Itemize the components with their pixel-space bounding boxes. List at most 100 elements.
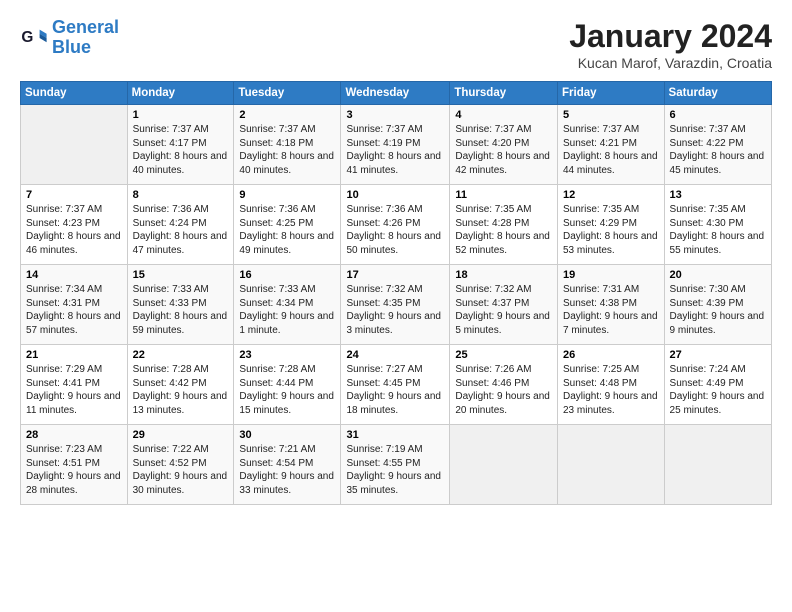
cell-info: Sunrise: 7:24 AMSunset: 4:49 PMDaylight:… xyxy=(670,363,766,417)
calendar-cell: 22Sunrise: 7:28 AMSunset: 4:42 PMDayligh… xyxy=(127,345,234,425)
day-number: 4 xyxy=(455,109,552,121)
calendar-cell: 16Sunrise: 7:33 AMSunset: 4:34 PMDayligh… xyxy=(234,265,341,345)
cell-info: Sunrise: 7:33 AMSunset: 4:33 PMDaylight:… xyxy=(133,283,229,337)
day-number: 7 xyxy=(26,189,122,201)
day-number: 29 xyxy=(133,429,229,441)
calendar-cell: 30 Sunrise: 7:21 AMSunset: 4:54 PMDayligh… xyxy=(234,425,341,505)
calendar-cell: 7 Sunrise: 7:37 AMSunset: 4:23 PMDaylight… xyxy=(21,185,128,265)
cell-info: Sunrise: 7:31 AMSunset: 4:38 PMDaylight:… xyxy=(563,283,659,337)
cell-info: Sunrise: 7:37 AMSunset: 4:17 PMDaylight:… xyxy=(133,123,229,177)
col-header-thursday: Thursday xyxy=(450,82,558,105)
cell-info: Sunrise: 7:32 AMSunset: 4:35 PMDaylight:… xyxy=(346,283,444,337)
cell-info: Sunrise: 7:26 AMSunset: 4:46 PMDaylight:… xyxy=(455,363,552,417)
cell-info: Sunrise: 7:37 AMSunset: 4:22 PMDaylight:… xyxy=(670,123,766,177)
cell-info: Sunrise: 7:35 AMSunset: 4:30 PMDaylight:… xyxy=(670,203,766,257)
cell-info: Sunrise: 7:32 AMSunset: 4:37 PMDaylight:… xyxy=(455,283,552,337)
calendar-cell: 11 Sunrise: 7:35 AMSunset: 4:28 PMDayligh… xyxy=(450,185,558,265)
day-number: 11 xyxy=(455,189,552,201)
cell-info: Sunrise: 7:34 AMSunset: 4:31 PMDaylight:… xyxy=(26,283,122,337)
calendar-cell: 2 Sunrise: 7:37 AMSunset: 4:18 PMDaylight… xyxy=(234,105,341,185)
calendar-cell xyxy=(450,425,558,505)
day-number: 22 xyxy=(133,349,229,361)
day-number: 1 xyxy=(133,109,229,121)
calendar-cell: 5 Sunrise: 7:37 AMSunset: 4:21 PMDaylight… xyxy=(558,105,665,185)
day-number: 9 xyxy=(239,189,335,201)
day-number: 6 xyxy=(670,109,766,121)
cell-info: Sunrise: 7:25 AMSunset: 4:48 PMDaylight:… xyxy=(563,363,659,417)
calendar-cell: 20 Sunrise: 7:30 AMSunset: 4:39 PMDayligh… xyxy=(664,265,771,345)
cell-info: Sunrise: 7:21 AMSunset: 4:54 PMDaylight:… xyxy=(239,443,335,497)
calendar-week-0: 1 Sunrise: 7:37 AMSunset: 4:17 PMDaylight… xyxy=(21,105,772,185)
calendar-cell xyxy=(21,105,128,185)
cell-info: Sunrise: 7:36 AMSunset: 4:25 PMDaylight:… xyxy=(239,203,335,257)
calendar-cell: 27Sunrise: 7:24 AMSunset: 4:49 PMDayligh… xyxy=(664,345,771,425)
cell-info: Sunrise: 7:36 AMSunset: 4:24 PMDaylight:… xyxy=(133,203,229,257)
day-number: 5 xyxy=(563,109,659,121)
cell-info: Sunrise: 7:37 AMSunset: 4:18 PMDaylight:… xyxy=(239,123,335,177)
day-number: 25 xyxy=(455,349,552,361)
cell-info: Sunrise: 7:37 AMSunset: 4:19 PMDaylight:… xyxy=(346,123,444,177)
calendar-cell: 1 Sunrise: 7:37 AMSunset: 4:17 PMDaylight… xyxy=(127,105,234,185)
day-number: 14 xyxy=(26,269,122,281)
calendar-table: SundayMondayTuesdayWednesdayThursdayFrid… xyxy=(20,81,772,505)
day-number: 19 xyxy=(563,269,659,281)
calendar-cell: 24 Sunrise: 7:27 AMSunset: 4:45 PMDayligh… xyxy=(341,345,450,425)
col-header-sunday: Sunday xyxy=(21,82,128,105)
logo-general: General xyxy=(52,17,119,37)
day-number: 2 xyxy=(239,109,335,121)
calendar-cell: 8 Sunrise: 7:36 AMSunset: 4:24 PMDaylight… xyxy=(127,185,234,265)
day-number: 10 xyxy=(346,189,444,201)
col-header-monday: Monday xyxy=(127,82,234,105)
calendar-week-3: 21Sunrise: 7:29 AMSunset: 4:41 PMDayligh… xyxy=(21,345,772,425)
title-block: January 2024 Kucan Marof, Varazdin, Croa… xyxy=(569,18,772,71)
calendar-cell xyxy=(664,425,771,505)
cell-info: Sunrise: 7:37 AMSunset: 4:21 PMDaylight:… xyxy=(563,123,659,177)
calendar-cell: 28Sunrise: 7:23 AMSunset: 4:51 PMDayligh… xyxy=(21,425,128,505)
day-number: 13 xyxy=(670,189,766,201)
col-header-saturday: Saturday xyxy=(664,82,771,105)
day-number: 16 xyxy=(239,269,335,281)
calendar-cell: 18 Sunrise: 7:32 AMSunset: 4:37 PMDayligh… xyxy=(450,265,558,345)
calendar-cell: 4 Sunrise: 7:37 AMSunset: 4:20 PMDaylight… xyxy=(450,105,558,185)
calendar-cell: 14 Sunrise: 7:34 AMSunset: 4:31 PMDayligh… xyxy=(21,265,128,345)
logo: G General Blue xyxy=(20,18,119,58)
calendar-week-4: 28Sunrise: 7:23 AMSunset: 4:51 PMDayligh… xyxy=(21,425,772,505)
day-number: 30 xyxy=(239,429,335,441)
day-number: 20 xyxy=(670,269,766,281)
calendar-cell xyxy=(558,425,665,505)
cell-info: Sunrise: 7:37 AMSunset: 4:20 PMDaylight:… xyxy=(455,123,552,177)
cell-info: Sunrise: 7:28 AMSunset: 4:44 PMDaylight:… xyxy=(239,363,335,417)
cell-info: Sunrise: 7:37 AMSunset: 4:23 PMDaylight:… xyxy=(26,203,122,257)
calendar-cell: 31 Sunrise: 7:19 AMSunset: 4:55 PMDayligh… xyxy=(341,425,450,505)
day-number: 21 xyxy=(26,349,122,361)
calendar-cell: 19 Sunrise: 7:31 AMSunset: 4:38 PMDayligh… xyxy=(558,265,665,345)
day-number: 24 xyxy=(346,349,444,361)
day-number: 8 xyxy=(133,189,229,201)
day-number: 15 xyxy=(133,269,229,281)
cell-info: Sunrise: 7:27 AMSunset: 4:45 PMDaylight:… xyxy=(346,363,444,417)
calendar-cell: 17 Sunrise: 7:32 AMSunset: 4:35 PMDayligh… xyxy=(341,265,450,345)
cell-info: Sunrise: 7:35 AMSunset: 4:28 PMDaylight:… xyxy=(455,203,552,257)
calendar-cell: 10 Sunrise: 7:36 AMSunset: 4:26 PMDayligh… xyxy=(341,185,450,265)
cell-info: Sunrise: 7:30 AMSunset: 4:39 PMDaylight:… xyxy=(670,283,766,337)
calendar-week-1: 7 Sunrise: 7:37 AMSunset: 4:23 PMDaylight… xyxy=(21,185,772,265)
logo-icon: G xyxy=(20,24,48,52)
cell-info: Sunrise: 7:22 AMSunset: 4:52 PMDaylight:… xyxy=(133,443,229,497)
calendar-cell: 15 Sunrise: 7:33 AMSunset: 4:33 PMDayligh… xyxy=(127,265,234,345)
day-number: 23 xyxy=(239,349,335,361)
location: Kucan Marof, Varazdin, Croatia xyxy=(569,55,772,71)
calendar-cell: 6 Sunrise: 7:37 AMSunset: 4:22 PMDaylight… xyxy=(664,105,771,185)
day-number: 26 xyxy=(563,349,659,361)
page-header: G General Blue January 2024 Kucan Marof,… xyxy=(20,18,772,71)
day-number: 17 xyxy=(346,269,444,281)
day-number: 18 xyxy=(455,269,552,281)
calendar-week-2: 14 Sunrise: 7:34 AMSunset: 4:31 PMDayligh… xyxy=(21,265,772,345)
cell-info: Sunrise: 7:36 AMSunset: 4:26 PMDaylight:… xyxy=(346,203,444,257)
logo-blue: Blue xyxy=(52,37,91,57)
cell-info: Sunrise: 7:19 AMSunset: 4:55 PMDaylight:… xyxy=(346,443,444,497)
day-number: 31 xyxy=(346,429,444,441)
logo-text: General Blue xyxy=(52,18,119,58)
calendar-header-row: SundayMondayTuesdayWednesdayThursdayFrid… xyxy=(21,82,772,105)
col-header-friday: Friday xyxy=(558,82,665,105)
calendar-cell: 21Sunrise: 7:29 AMSunset: 4:41 PMDayligh… xyxy=(21,345,128,425)
